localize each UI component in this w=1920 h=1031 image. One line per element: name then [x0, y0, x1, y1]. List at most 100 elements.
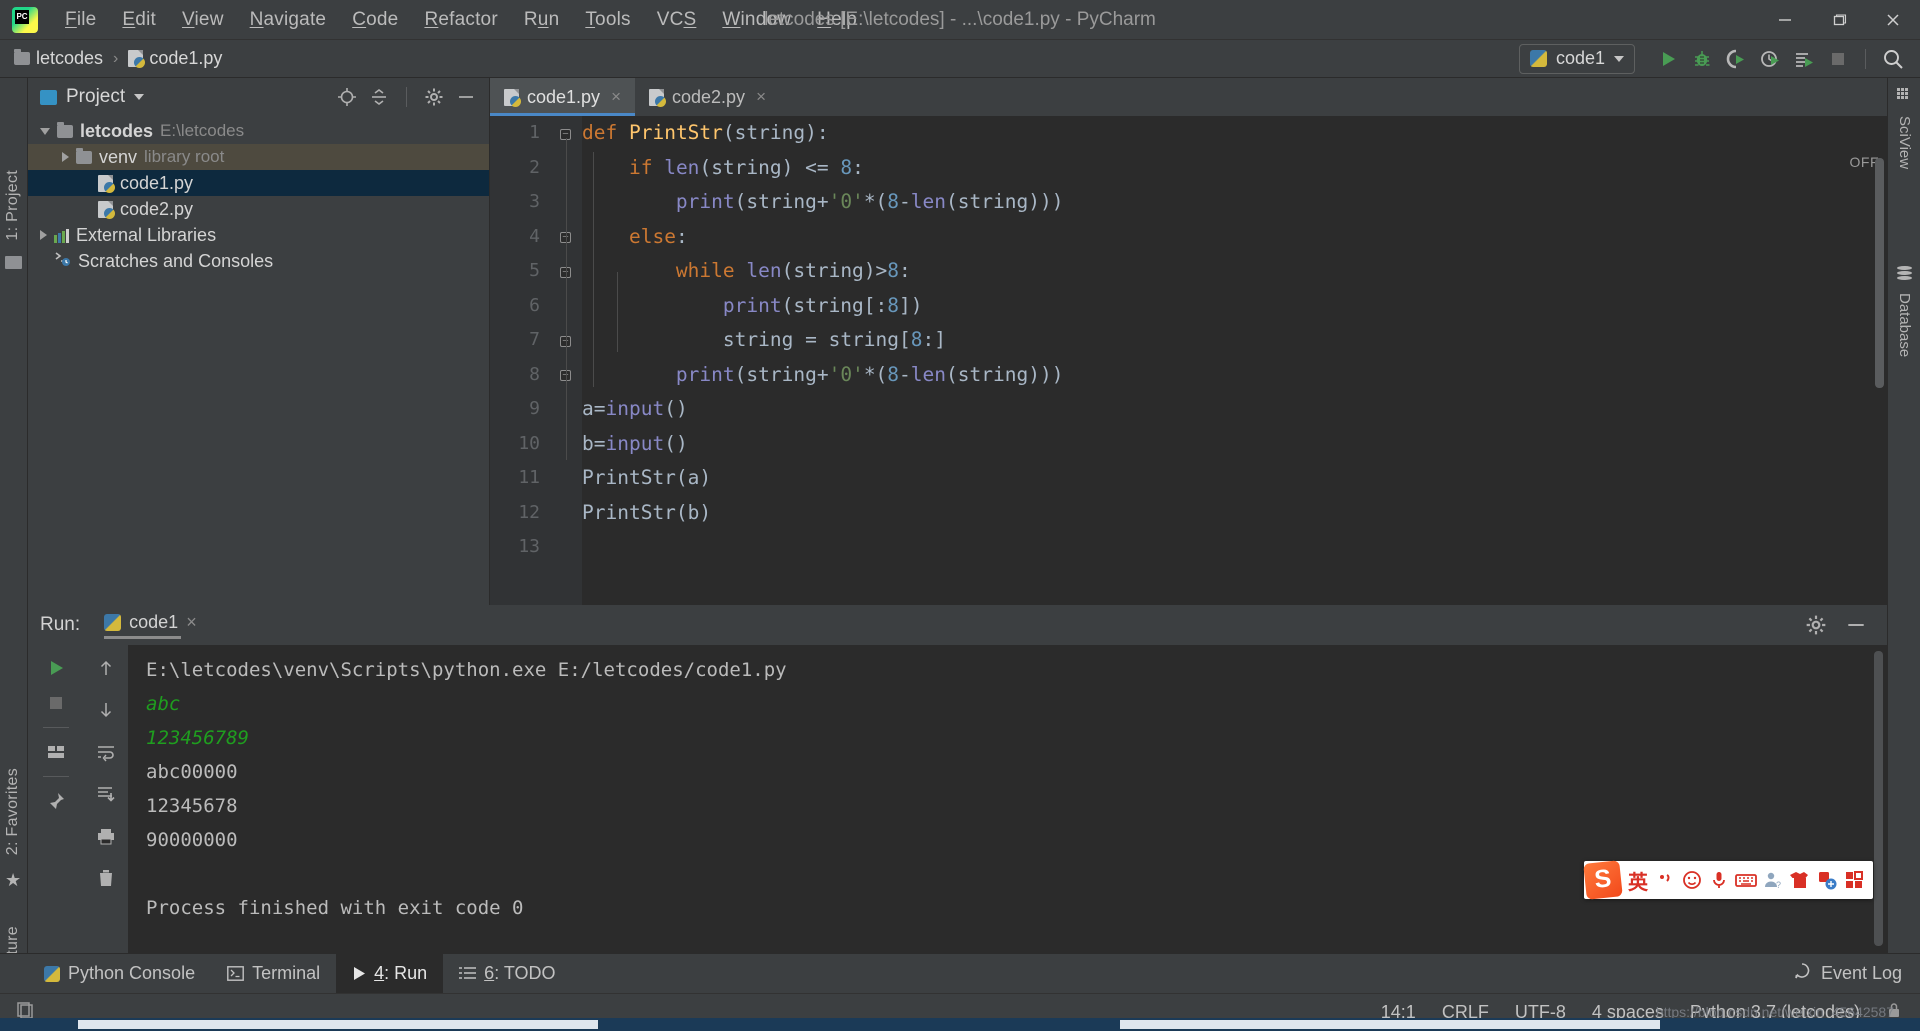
code-line[interactable]: 9 a=input() [490, 392, 1887, 427]
bottom-tab-python-console[interactable]: Python Console [28, 954, 211, 994]
tree-item-letcodes[interactable]: letcodes E:\letcodes [28, 118, 489, 144]
run-with-console-button[interactable] [1787, 42, 1821, 76]
menu-item-edit[interactable]: Edit [109, 7, 169, 33]
bottom-tab-4-run[interactable]: 4: Run [336, 953, 444, 994]
sidebar-item-sciview[interactable]: SciView [1896, 116, 1913, 169]
trash-button[interactable] [91, 863, 121, 893]
tree-item-code1-py[interactable]: code1.py [28, 170, 489, 196]
menu-item-code[interactable]: Code [339, 7, 411, 33]
toolbox-icon[interactable] [1840, 865, 1867, 895]
hide-panel-icon[interactable] [1841, 610, 1871, 640]
code-editor[interactable]: OFF − − − − − 1def PrintStr(string):2 if… [490, 116, 1887, 605]
tree-item-code2-py[interactable]: code2.py [28, 196, 489, 222]
editor-tab-code1-py[interactable]: code1.py × [490, 78, 635, 116]
sidebar-item-project[interactable]: 1: Project [4, 170, 22, 241]
collapse-all-icon[interactable] [364, 82, 394, 112]
soft-wrap-button[interactable] [91, 737, 121, 767]
minimize-button[interactable] [1758, 0, 1812, 40]
rerun-button[interactable] [41, 653, 71, 683]
code-line[interactable]: 5 while len(string)>8: [490, 254, 1887, 289]
bottom-tab-terminal[interactable]: Terminal [211, 954, 336, 994]
menu-item-refactor[interactable]: Refactor [411, 7, 510, 33]
debug-button[interactable] [1685, 42, 1719, 76]
profile-button[interactable] [1753, 42, 1787, 76]
menu-item-vcs[interactable]: VCS [644, 7, 710, 33]
menu-bar: File Edit View Navigate Code Refactor Run Tools… [52, 7, 870, 33]
breadcrumb-project[interactable]: letcodes [36, 48, 103, 69]
voice-input-icon[interactable] [1705, 865, 1732, 895]
tree-item-venv[interactable]: venv library root [28, 144, 489, 170]
pin-button[interactable] [41, 786, 71, 816]
ime-mode-label[interactable]: 英 [1625, 866, 1651, 895]
print-button[interactable] [91, 821, 121, 851]
menu-item-tools[interactable]: Tools [572, 7, 643, 33]
skin-icon[interactable] [1786, 865, 1813, 895]
run-tab-code1[interactable]: code1 × [104, 612, 197, 639]
tree-item-scratches-and-consoles[interactable]: Scratches and Consoles [28, 248, 489, 274]
gear-icon[interactable] [1801, 610, 1831, 640]
code-line[interactable]: 13 [490, 530, 1887, 565]
window-controls [1758, 0, 1920, 40]
editor-tab-label: code2.py [672, 86, 746, 107]
event-log-area[interactable]: Event Log [1792, 961, 1920, 986]
menu-item-file[interactable]: File [52, 7, 109, 33]
menu-item-view[interactable]: View [169, 7, 237, 33]
close-icon[interactable]: × [186, 612, 197, 633]
sciview-icon [1897, 88, 1908, 99]
emoji-icon[interactable] [1678, 865, 1705, 895]
close-icon[interactable]: × [611, 87, 621, 107]
code-line[interactable]: 4 else: [490, 220, 1887, 255]
maximize-button[interactable] [1812, 0, 1866, 40]
code-line[interactable]: 1 def PrintStr(string): [490, 116, 1887, 151]
run-with-coverage-button[interactable] [1719, 42, 1753, 76]
locate-icon[interactable] [332, 82, 362, 112]
console-scrollbar[interactable] [1874, 651, 1883, 946]
close-icon[interactable]: × [756, 87, 766, 107]
sidebar-item-favorites[interactable]: 2: Favorites [4, 768, 22, 855]
search-everywhere-button[interactable] [1876, 42, 1910, 76]
code-line[interactable]: 3 print(string+'0'*(8-len(string))) [490, 185, 1887, 220]
run-console-output[interactable]: E:\letcodes\venv\Scripts\python.exe E:/l… [128, 645, 1887, 953]
stop-button[interactable] [1821, 42, 1855, 76]
hide-panel-icon[interactable] [451, 82, 481, 112]
taskbar-item-2[interactable] [1120, 1020, 1660, 1029]
sogou-logo-icon[interactable]: S [1583, 860, 1623, 900]
menu-item-run[interactable]: Run [511, 7, 572, 33]
chevron-right-icon[interactable] [40, 230, 47, 240]
code-line[interactable]: 11 PrintStr(a) [490, 461, 1887, 496]
taskbar-item-1[interactable] [78, 1020, 598, 1029]
run-configuration-selector[interactable]: code1 [1518, 43, 1635, 74]
chevron-down-icon[interactable] [40, 127, 50, 135]
breadcrumb-file[interactable]: code1.py [149, 48, 222, 69]
tree-item-external-libraries[interactable]: External Libraries [28, 222, 489, 248]
code-line[interactable]: 7 string = string[8:] [490, 323, 1887, 358]
close-button[interactable] [1866, 0, 1920, 40]
down-arrow-button[interactable] [91, 695, 121, 725]
up-arrow-button[interactable] [91, 653, 121, 683]
editor-tab-code2-py[interactable]: code2.py × [635, 78, 780, 116]
user-icon[interactable]: ? [1759, 865, 1786, 895]
code-line[interactable]: 12 PrintStr(b) [490, 496, 1887, 531]
gear-icon[interactable] [419, 82, 449, 112]
code-line[interactable]: 8 print(string+'0'*(8-len(string))) [490, 358, 1887, 393]
code-line[interactable]: 6 print(string[:8]) [490, 289, 1887, 324]
punctuation-icon[interactable] [1651, 865, 1678, 895]
line-number: 8 [529, 363, 540, 385]
stop-button[interactable] [41, 688, 71, 718]
chevron-down-icon[interactable] [134, 94, 145, 100]
menu-item-navigate[interactable]: Navigate [237, 7, 340, 33]
soft-keyboard-icon[interactable] [1732, 865, 1759, 895]
show-layout-button[interactable] [41, 737, 71, 767]
translate-icon[interactable] [1813, 865, 1840, 895]
chevron-right-icon[interactable] [62, 152, 69, 162]
menu-item-help[interactable]: Help [804, 7, 870, 33]
bottom-tab-6-todo[interactable]: 6: TODO [443, 954, 571, 994]
code-line[interactable]: 10 b=input() [490, 427, 1887, 462]
scroll-to-end-button[interactable] [91, 779, 121, 809]
sidebar-item-database[interactable]: Database [1896, 293, 1913, 357]
code-line[interactable]: 2 if len(string) <= 8: [490, 151, 1887, 186]
editor-scrollbar[interactable] [1875, 158, 1884, 388]
run-button[interactable] [1651, 42, 1685, 76]
console-input-line: 123456789 [146, 727, 249, 749]
menu-item-window[interactable]: Window [709, 7, 804, 33]
